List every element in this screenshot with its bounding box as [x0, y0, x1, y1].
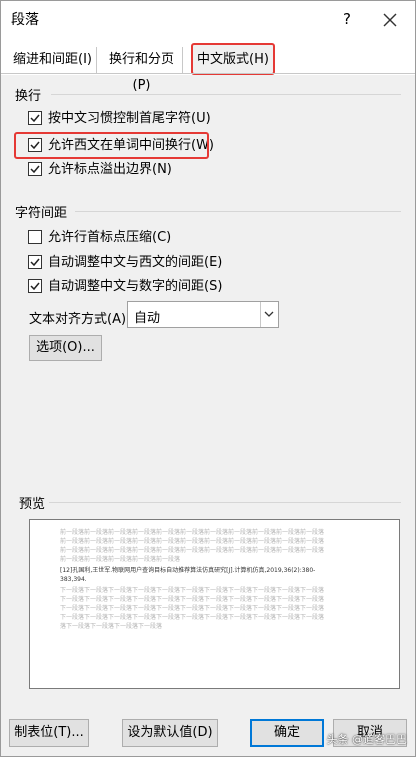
- preview-current-line: [12]孔国利,王世军.物联网用户查询目标自动推荐算法仿真研究[J].计算机仿真…: [60, 567, 316, 574]
- checkmark-icon: [30, 258, 40, 266]
- checkmark-icon: [30, 282, 40, 290]
- tab-indents-spacing[interactable]: 缩进和间距(I): [9, 47, 97, 73]
- close-icon: [383, 13, 397, 27]
- preview-prev-line: 前一段落前一段落前一段落前一段落前一段落前一段落前一段落前一段落前一段落前一段落…: [60, 538, 325, 545]
- tab-asian-typography[interactable]: 中文版式(H): [191, 43, 275, 75]
- text-align-value: 自动: [134, 311, 161, 326]
- preview-current-line: 383,394.: [60, 576, 87, 583]
- checkbox-hanging-punctuation[interactable]: [28, 161, 42, 176]
- highlight-box: [14, 132, 209, 159]
- option-compress-punctuation[interactable]: 允许行首标点压缩(C): [28, 229, 171, 247]
- preview-next-line: 下一段落下一段落下一段落下一段落下一段落下一段落下一段落下一段落下一段落下一段落…: [60, 596, 325, 603]
- option-label: 自动调整中文与数字的间距(S): [48, 279, 223, 294]
- tab-line-page-breaks[interactable]: 换行和分页(P): [101, 47, 183, 93]
- checkbox-compress-punctuation[interactable]: [28, 229, 42, 244]
- set-default-button[interactable]: 设为默认值(D): [122, 719, 218, 747]
- preview-divider: [49, 502, 401, 503]
- options-button[interactable]: 选项(O)...: [29, 335, 102, 361]
- tab-divider: [1, 73, 415, 74]
- line-break-section-label: 换行: [15, 89, 42, 104]
- checkbox-asian-line-break-control[interactable]: [28, 110, 42, 125]
- preview-prev-line: 前一段落前一段落前一段落前一段落前一段落前一段落前一段落前一段落前一段落前一段落…: [60, 529, 325, 536]
- option-auto-space-asian-latin[interactable]: 自动调整中文与西文的间距(E): [28, 254, 222, 272]
- option-label: 自动调整中文与西文的间距(E): [48, 255, 223, 270]
- tab-strip: 缩进和间距(I) 换行和分页(P) 中文版式(H): [1, 39, 415, 93]
- checkbox-auto-space-asian-latin[interactable]: [28, 254, 42, 269]
- help-button[interactable]: ?: [335, 7, 359, 31]
- option-auto-space-asian-numbers[interactable]: 自动调整中文与数字的间距(S): [28, 278, 222, 296]
- paragraph-dialog: 段落 ? 缩进和间距(I) 换行和分页(P) 中文版式(H) 换行 按中文习惯控…: [0, 0, 416, 757]
- ok-button[interactable]: 确定: [250, 719, 324, 747]
- tabs-button[interactable]: 制表位(T)...: [9, 719, 89, 747]
- preview-next-line: 落下一段落下一段落下一段落下一段落: [60, 623, 163, 630]
- dropdown-button[interactable]: [260, 302, 278, 327]
- text-align-select[interactable]: 自动: [127, 301, 279, 328]
- option-label: 允许行首标点压缩(C): [48, 230, 172, 245]
- preview-section-label: 预览: [19, 497, 46, 512]
- title-bar: 段落 ?: [1, 1, 415, 39]
- preview-pane: 前一段落前一段落前一段落前一段落前一段落前一段落前一段落前一段落前一段落前一段落…: [29, 519, 400, 689]
- line-break-divider: [51, 94, 401, 95]
- preview-next-line: 下一段落下一段落下一段落下一段落下一段落下一段落下一段落下一段落下一段落下一段落…: [60, 605, 325, 612]
- checkmark-icon: [30, 165, 40, 173]
- preview-next-line: 下一段落下一段落下一段落下一段落下一段落下一段落下一段落下一段落下一段落下一段落…: [60, 587, 325, 594]
- option-asian-line-break-control[interactable]: 按中文习惯控制首尾字符(U): [28, 110, 211, 128]
- option-label: 允许标点溢出边界(N): [48, 162, 172, 177]
- option-label: 按中文习惯控制首尾字符(U): [48, 111, 211, 126]
- chevron-down-icon: [264, 311, 274, 317]
- option-hanging-punctuation[interactable]: 允许标点溢出边界(N): [28, 161, 172, 179]
- watermark: 头条 @道客巴巴: [326, 733, 408, 746]
- checkmark-icon: [30, 114, 40, 122]
- char-spacing-section-label: 字符间距: [15, 206, 68, 221]
- checkbox-auto-space-asian-numbers[interactable]: [28, 278, 42, 293]
- preview-prev-line: 前一段落前一段落前一段落前一段落前一段落: [60, 556, 181, 563]
- preview-next-line: 下一段落下一段落下一段落下一段落下一段落下一段落下一段落下一段落下一段落下一段落…: [60, 614, 325, 621]
- window-title: 段落: [11, 12, 39, 28]
- char-spacing-divider: [75, 211, 401, 212]
- preview-prev-line: 前一段落前一段落前一段落前一段落前一段落前一段落前一段落前一段落前一段落前一段落…: [60, 547, 325, 554]
- text-align-label: 文本对齐方式(A):: [29, 312, 131, 327]
- close-button[interactable]: [377, 7, 403, 33]
